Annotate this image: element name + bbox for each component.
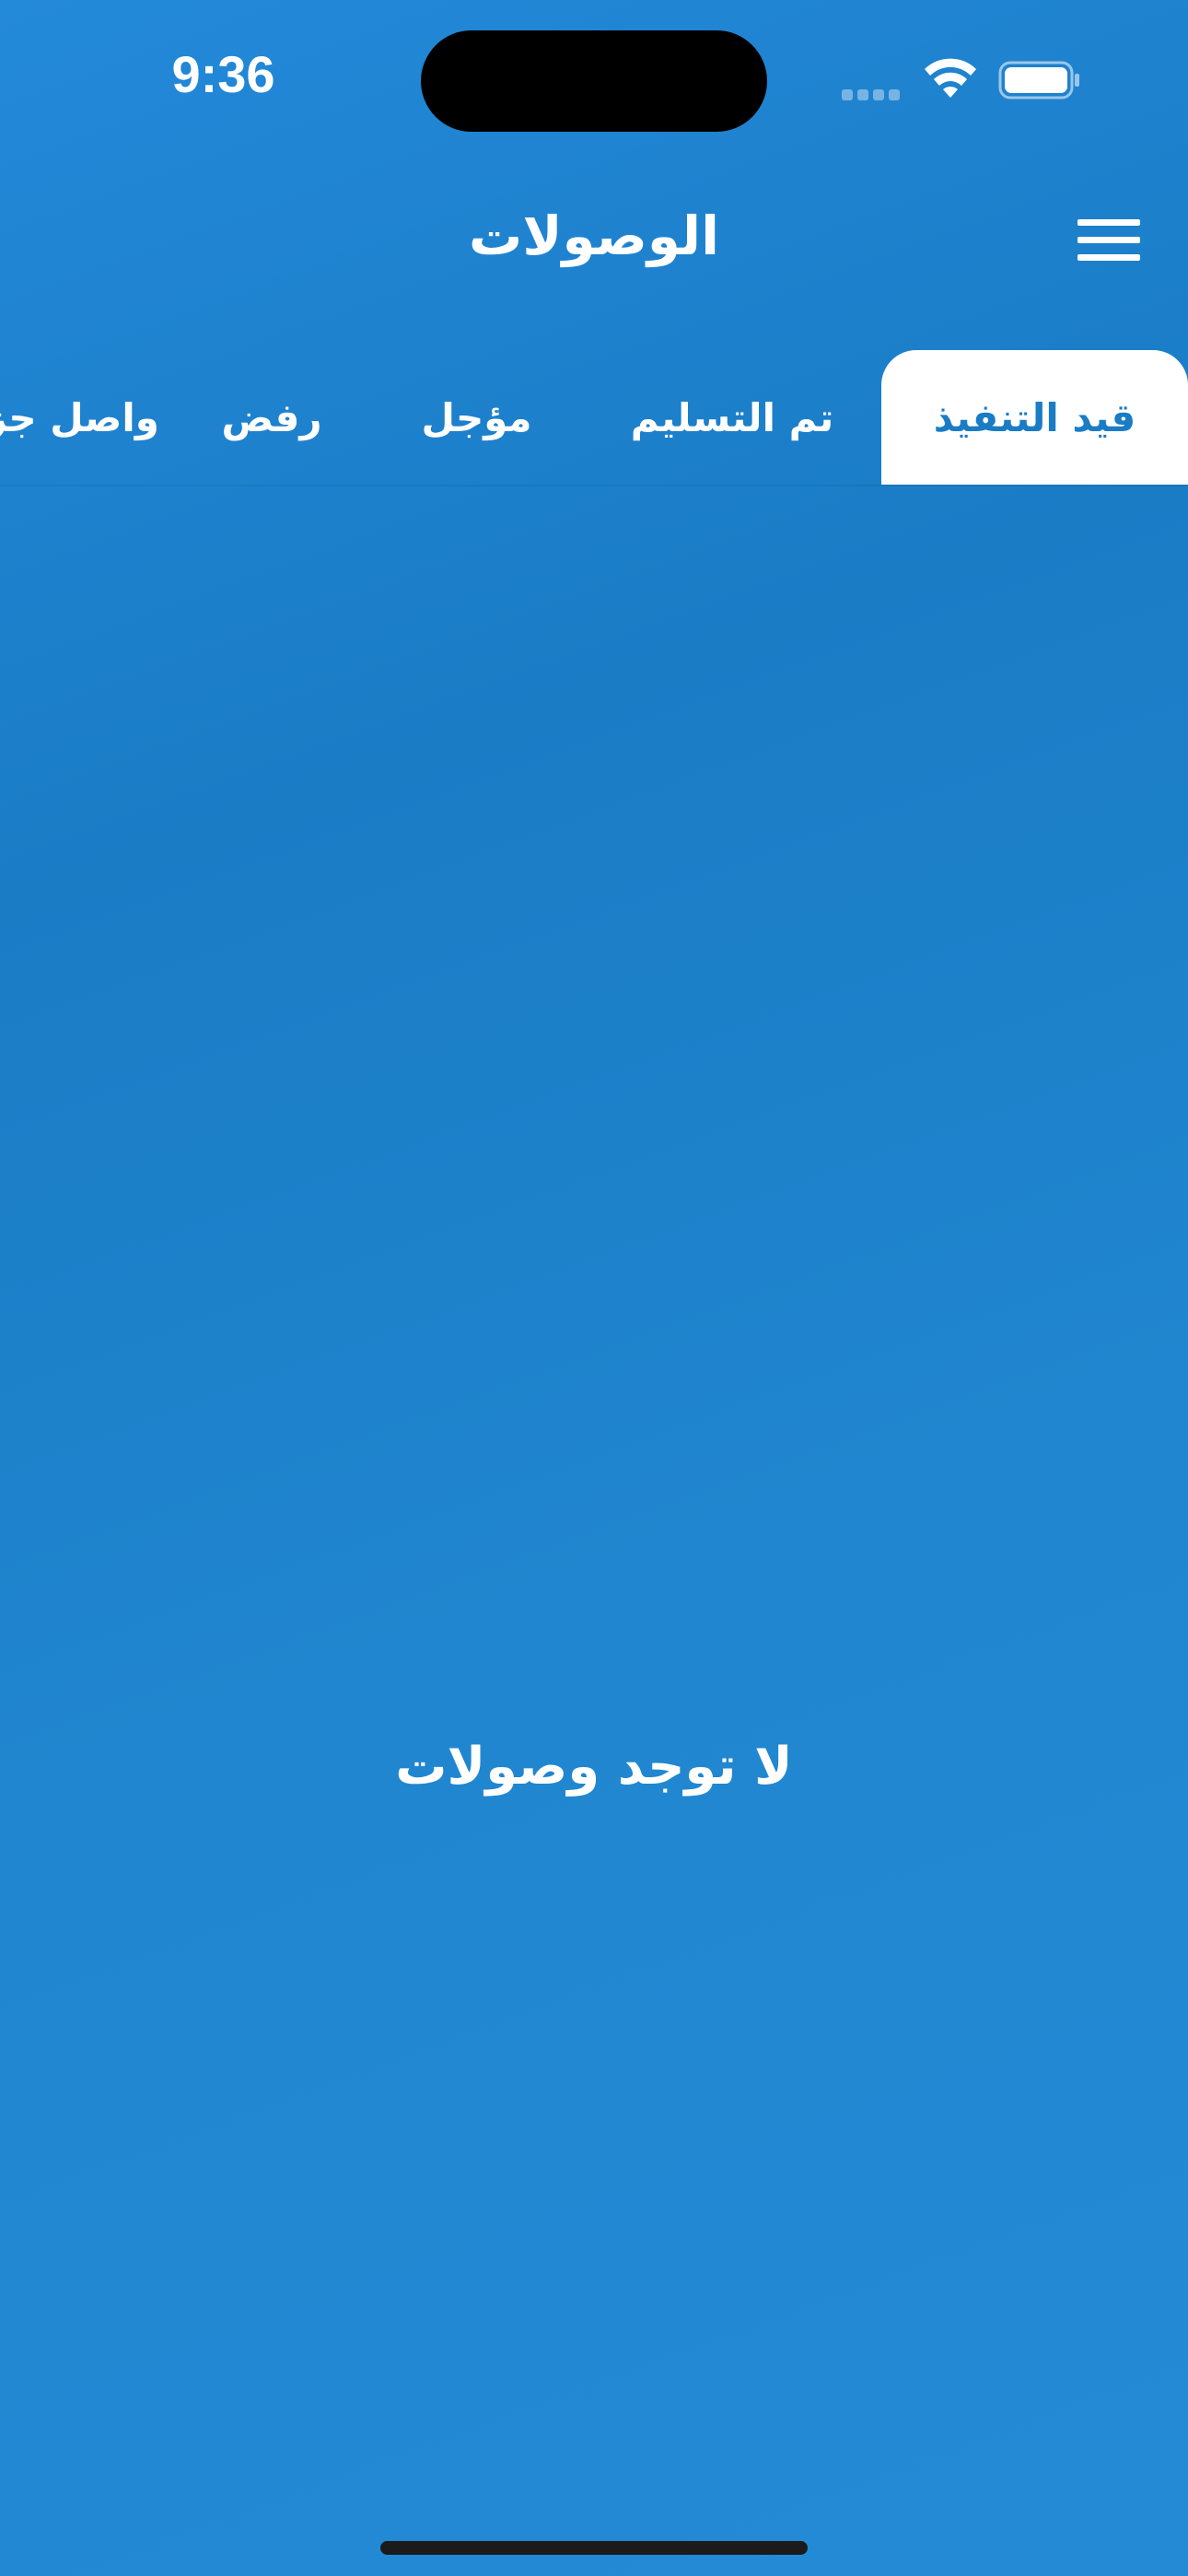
- battery-icon: [998, 61, 1079, 100]
- wifi-icon: [925, 58, 976, 98]
- empty-state-message: لا توجد وصولات: [395, 1737, 793, 1797]
- tab-label: رفض: [221, 394, 322, 440]
- tab-label: تم التسليم: [630, 394, 834, 440]
- dynamic-island: [421, 30, 767, 132]
- status-tabs: قيد التنفيذ تم التسليم مؤجل رفض واصل جزئ…: [0, 350, 1188, 485]
- status-time: 9:36: [171, 45, 275, 103]
- tab-label: قيد التنفيذ: [933, 394, 1136, 440]
- hamburger-menu-icon[interactable]: [1068, 212, 1151, 267]
- tab-label: واصل جزئي: [0, 394, 159, 440]
- app-screen: 9:36 الوصولات قيد التنفيذ تم التسليم مؤج…: [0, 0, 1188, 2576]
- app-header: الوصولات: [0, 184, 1188, 295]
- home-indicator[interactable]: [380, 2541, 808, 2555]
- tab-in-progress[interactable]: قيد التنفيذ: [881, 350, 1188, 485]
- tab-postponed[interactable]: مؤجل: [396, 350, 557, 485]
- tab-label: مؤجل: [421, 394, 532, 440]
- cellular-signal-icon: [842, 87, 906, 100]
- tab-rejected[interactable]: رفض: [203, 350, 341, 485]
- tab-delivered[interactable]: تم التسليم: [608, 350, 856, 485]
- page-title: الوصولات: [469, 205, 719, 267]
- tabs-divider: [0, 485, 1188, 486]
- status-bar: 9:36: [0, 0, 1188, 166]
- tab-partial[interactable]: واصل جزئي: [0, 350, 159, 485]
